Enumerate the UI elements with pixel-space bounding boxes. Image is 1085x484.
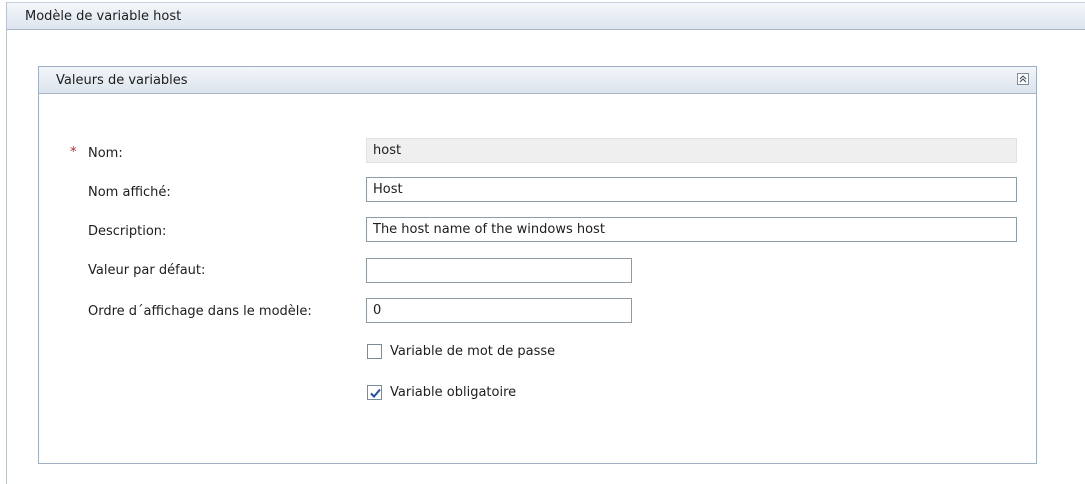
display-order-label: Ordre d´affichage dans le modèle: — [88, 304, 312, 319]
description-label: Description: — [88, 224, 167, 239]
required-indicator: * — [70, 145, 77, 160]
display-name-field[interactable] — [366, 177, 1017, 202]
display-order-field[interactable] — [366, 298, 632, 323]
name-label: Nom: — [88, 146, 123, 161]
window-header: Modèle de variable host — [7, 2, 1085, 30]
display-name-label: Nom affiché: — [88, 185, 171, 200]
password-variable-label: Variable de mot de passe — [390, 344, 556, 359]
panel-header: Valeurs de variables — [39, 67, 1036, 94]
mandatory-variable-checkbox[interactable] — [367, 385, 382, 400]
name-field[interactable] — [366, 138, 1017, 163]
mandatory-variable-label: Variable obligatoire — [390, 385, 517, 400]
default-value-field[interactable] — [366, 258, 632, 283]
panel-title: Valeurs de variables — [56, 73, 188, 88]
password-variable-checkbox[interactable] — [367, 344, 382, 359]
description-field[interactable] — [366, 217, 1017, 242]
collapse-panel-button[interactable] — [1017, 73, 1029, 85]
default-value-label: Valeur par défaut: — [88, 263, 206, 278]
window-title: Modèle de variable host — [25, 9, 182, 24]
